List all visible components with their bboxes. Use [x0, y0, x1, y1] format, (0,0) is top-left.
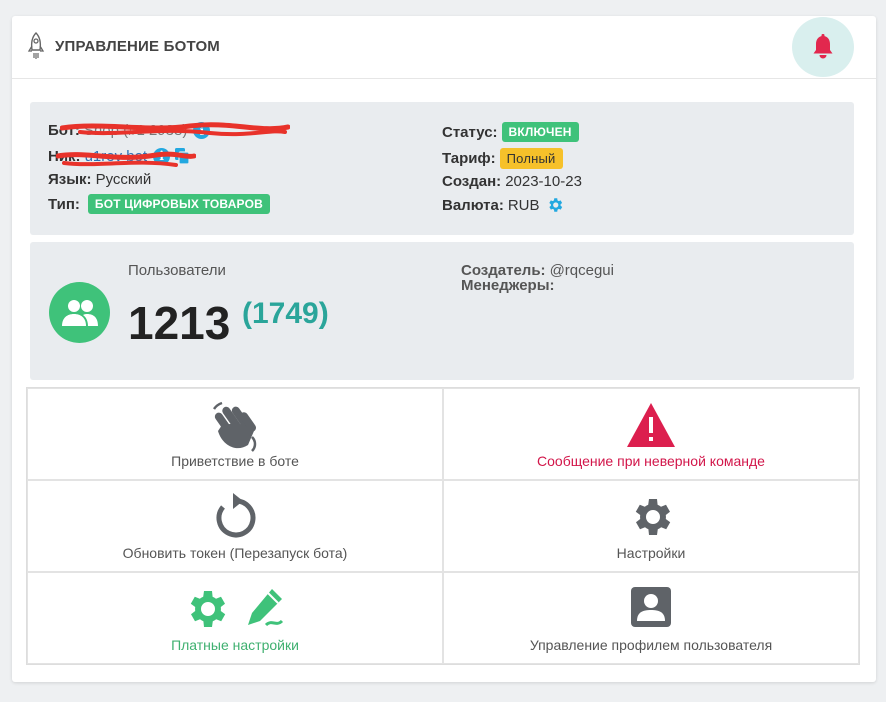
user-profile-icon	[631, 587, 671, 627]
status-row: Статус: ВКЛЮЧЕН	[442, 122, 579, 142]
creator-value: @rqcegui	[549, 262, 614, 279]
users-label: Пользователи	[128, 262, 226, 279]
redaction-scribble	[60, 122, 290, 137]
status-badge: ВКЛЮЧЕН	[501, 122, 579, 142]
language-label: Язык:	[48, 171, 92, 188]
invalid-command-label: Сообщение при неверной команде	[537, 453, 765, 469]
created-label: Создан:	[442, 173, 502, 190]
type-badge: БОТ ЦИФРОВЫХ ТОВАРОВ	[87, 194, 271, 214]
user-profile-management-button[interactable]: Управление профилем пользователя	[443, 572, 859, 664]
currency-row: Валюта: RUB	[442, 196, 564, 214]
refresh-icon	[216, 493, 256, 538]
bot-management-card: УПРАВЛЕНИЕ БОТОМ Бот: Shop (#1 2938) i Н…	[12, 16, 876, 682]
users-panel: Пользователи 1213 (1749) Создатель: @rqc…	[30, 242, 854, 380]
gear-icon[interactable]	[546, 196, 564, 214]
currency-value: RUB	[507, 196, 540, 214]
welcome-message-button[interactable]: Приветствие в боте	[27, 388, 443, 480]
user-profile-label: Управление профилем пользователя	[529, 637, 773, 653]
welcome-message-label: Приветствие в боте	[171, 453, 299, 469]
card-header: УПРАВЛЕНИЕ БОТОМ	[12, 16, 876, 79]
gear-icon	[190, 591, 226, 627]
type-row: Тип: БОТ ЦИФРОВЫХ ТОВАРОВ	[48, 194, 271, 214]
created-row: Создан: 2023-10-23	[442, 173, 582, 190]
tariff-badge: Полный	[499, 148, 563, 169]
language-row: Язык: Русский	[48, 171, 151, 188]
refresh-token-button[interactable]: Обновить токен (Перезапуск бота)	[27, 480, 443, 572]
tariff-row: Тариф: Полный	[442, 148, 563, 169]
notifications-button[interactable]	[792, 17, 854, 77]
managers-row: Менеджеры:	[461, 277, 559, 294]
users-total: (1749)	[242, 297, 329, 330]
settings-label: Настройки	[616, 545, 686, 561]
actions-grid: Приветствие в боте Сообщение при неверно…	[26, 387, 860, 665]
tariff-label: Тариф:	[442, 150, 496, 167]
created-value: 2023-10-23	[505, 173, 582, 190]
invalid-command-message-button[interactable]: Сообщение при неверной команде	[443, 388, 859, 480]
warning-icon	[627, 403, 675, 447]
currency-label: Валюта:	[442, 196, 504, 214]
paid-settings-button[interactable]: Платные настройки	[27, 572, 443, 664]
rocket-icon	[27, 32, 45, 59]
waving-hand-icon	[212, 401, 257, 452]
bot-info-panel: Бот: Shop (#1 2938) i Ник: u1rev bot i Я…	[30, 102, 854, 235]
edit-icon	[248, 589, 284, 627]
status-label: Статус:	[442, 123, 498, 141]
gear-icon	[635, 499, 671, 535]
language-value: Русский	[95, 171, 152, 188]
users-count: 1213	[128, 297, 231, 349]
settings-button[interactable]: Настройки	[443, 480, 859, 572]
refresh-token-label: Обновить токен (Перезапуск бота)	[122, 545, 348, 561]
users-icon	[49, 282, 110, 343]
redaction-scribble	[56, 151, 196, 167]
bell-icon	[813, 34, 833, 59]
managers-label: Менеджеры:	[461, 277, 555, 294]
type-label: Тип:	[48, 195, 80, 213]
paid-settings-label: Платные настройки	[171, 637, 299, 653]
page-title: УПРАВЛЕНИЕ БОТОМ	[55, 38, 221, 55]
